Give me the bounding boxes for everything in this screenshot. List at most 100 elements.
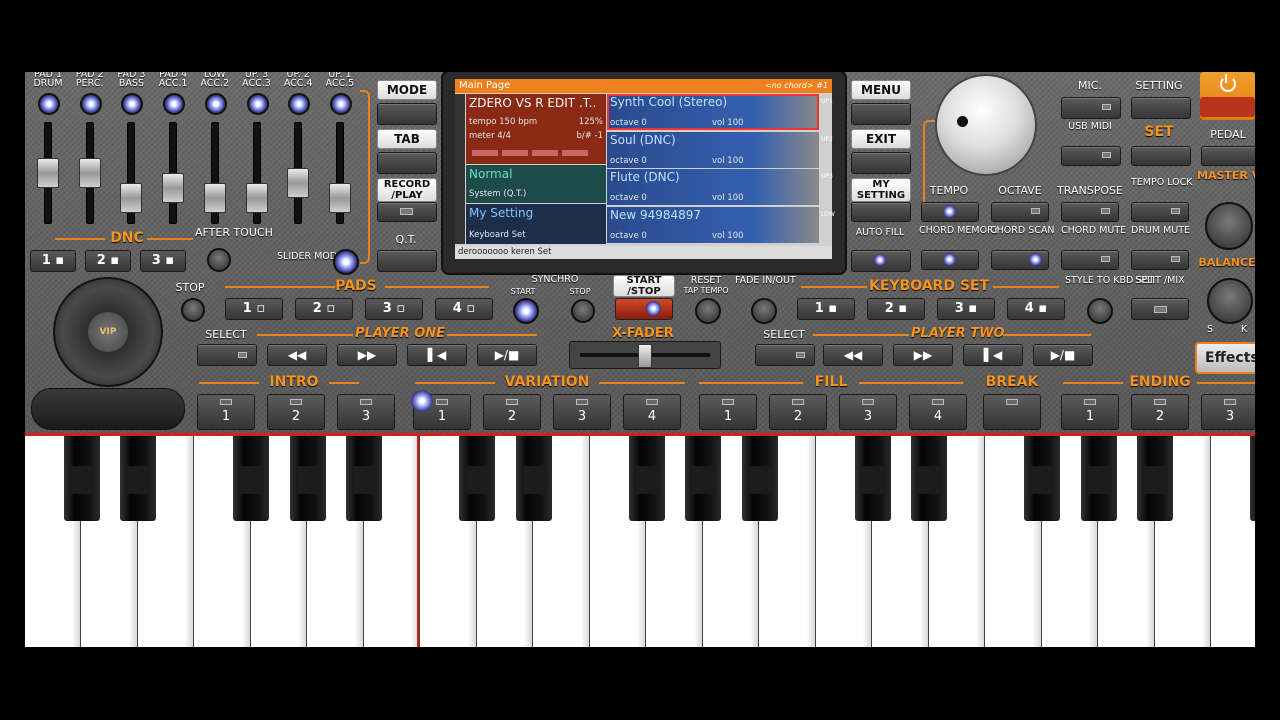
transpose-button[interactable] <box>1061 202 1119 222</box>
usb-midi-button[interactable] <box>1061 146 1121 166</box>
black-key[interactable] <box>741 436 778 521</box>
exit-button[interactable] <box>851 152 911 174</box>
black-key[interactable] <box>685 436 721 521</box>
x-fader-handle[interactable] <box>638 344 652 368</box>
pad-button-2[interactable]: 2 ▫ <box>295 298 353 320</box>
qt-button[interactable] <box>377 250 437 272</box>
mixer-fader[interactable] <box>120 183 143 213</box>
pads-stop-button[interactable] <box>181 298 205 322</box>
dnc-button-1[interactable]: 1 ▪ <box>30 250 76 272</box>
black-key[interactable] <box>1250 436 1255 521</box>
player-one-home-button[interactable]: ▌◀ <box>407 344 467 366</box>
mixer-channel-knob[interactable] <box>79 93 102 115</box>
player-two-home-button[interactable]: ▌◀ <box>963 344 1023 366</box>
mixer-channel-knob[interactable] <box>329 93 352 115</box>
upper-sound-cell[interactable]: Synth Cool (Stereo) octave 0 vol 100 <box>607 94 819 130</box>
auto-fill-button[interactable] <box>851 250 911 272</box>
keyboard-set-button-2[interactable]: 2 ▪ <box>867 298 925 320</box>
mixer-channel-knob[interactable] <box>246 93 269 115</box>
upper-sound-cell[interactable]: Flute (DNC) octave 0 vol 100 <box>607 169 819 205</box>
fill-button-4[interactable]: 4 <box>909 394 967 430</box>
ending-button-2[interactable]: 2 <box>1131 394 1189 430</box>
normal-cell[interactable]: Normal System (Q.T.) <box>466 165 606 203</box>
drum-mute-button[interactable] <box>1131 250 1189 270</box>
black-key[interactable] <box>854 436 891 521</box>
piano-keyboard[interactable] <box>25 436 1255 647</box>
tab-button[interactable] <box>377 152 437 174</box>
player-two-rewind-button[interactable]: ◀◀ <box>823 344 883 366</box>
mixer-fader[interactable] <box>203 183 226 213</box>
chord-mute-button[interactable] <box>1061 250 1119 270</box>
ending-button-1[interactable]: 1 <box>1061 394 1119 430</box>
power-button[interactable] <box>1200 72 1255 120</box>
intro-button-2[interactable]: 2 <box>267 394 325 430</box>
octave-button[interactable] <box>991 202 1049 222</box>
mode-button[interactable] <box>377 103 437 125</box>
pitch-bend-bar[interactable] <box>31 388 185 430</box>
upper-sound-cell[interactable]: Soul (DNC) octave 0 vol 100 <box>607 131 819 168</box>
set-button[interactable] <box>1131 146 1191 166</box>
player-one-forward-button[interactable]: ▶▶ <box>337 344 397 366</box>
mixer-fader[interactable] <box>162 173 185 203</box>
mic-button[interactable] <box>1061 97 1121 119</box>
tempo-lock-button[interactable] <box>1131 202 1189 222</box>
style-cell[interactable]: ZDERO VS R EDIT .T.. tempo 150 bpm 125% … <box>466 94 606 164</box>
variation-button-2[interactable]: 2 <box>483 394 541 430</box>
variation-button-4[interactable]: 4 <box>623 394 681 430</box>
pad-button-4[interactable]: 4 ▫ <box>435 298 493 320</box>
split-mix-button[interactable] <box>1131 298 1189 320</box>
player-two-select-button[interactable] <box>755 344 815 366</box>
upper-sound-cell[interactable]: New 94984897 octave 0 vol 100 <box>607 206 819 243</box>
player-two-forward-button[interactable]: ▶▶ <box>893 344 953 366</box>
keyboard-set-button-4[interactable]: 4 ▪ <box>1007 298 1065 320</box>
my-setting-cell[interactable]: My Setting Keyboard Set <box>466 204 606 244</box>
setting-button[interactable] <box>1131 97 1191 119</box>
menu-button[interactable] <box>851 103 911 125</box>
master-volume-knob[interactable] <box>1205 202 1253 250</box>
effects-button[interactable]: Effects <box>1195 342 1255 374</box>
pad-button-1[interactable]: 1 ▫ <box>225 298 283 320</box>
variation-button-3[interactable]: 3 <box>553 394 611 430</box>
mixer-channel-knob[interactable] <box>163 93 186 115</box>
player-one-play-stop-button[interactable]: ▶/■ <box>477 344 537 366</box>
x-fader[interactable] <box>569 341 721 369</box>
balance-knob[interactable] <box>1207 278 1253 324</box>
fill-button-3[interactable]: 3 <box>839 394 897 430</box>
dnc-button-2[interactable]: 2 ▪ <box>85 250 131 272</box>
chord-memory-button[interactable] <box>921 250 979 270</box>
record-play-button[interactable] <box>377 202 437 222</box>
keyboard-set-button-3[interactable]: 3 ▪ <box>937 298 995 320</box>
fill-button-2[interactable]: 2 <box>769 394 827 430</box>
black-key[interactable] <box>289 436 326 521</box>
black-key[interactable] <box>628 436 665 521</box>
intro-button-1[interactable]: 1 <box>197 394 255 430</box>
dnc-button-3[interactable]: 3 ▪ <box>140 250 186 272</box>
black-key[interactable] <box>63 436 100 521</box>
black-key[interactable] <box>346 436 382 521</box>
pedal-button[interactable] <box>1201 146 1255 166</box>
mixer-channel-knob[interactable] <box>121 93 144 115</box>
player-one-select-button[interactable] <box>197 344 257 366</box>
style-to-kbd-set-button[interactable] <box>1087 298 1113 324</box>
black-key[interactable] <box>459 436 495 521</box>
player-two-play-stop-button[interactable]: ▶/■ <box>1033 344 1093 366</box>
mixer-fader[interactable] <box>287 168 310 198</box>
mixer-channel-knob[interactable] <box>204 93 227 115</box>
start-stop-button[interactable] <box>615 298 673 320</box>
mixer-fader[interactable] <box>37 158 59 188</box>
player-one-rewind-button[interactable]: ◀◀ <box>267 344 327 366</box>
reset-tap-tempo-button[interactable] <box>695 298 721 324</box>
vip-jog-wheel[interactable]: VIP <box>53 277 163 387</box>
black-key[interactable] <box>515 436 552 521</box>
fill-button-1[interactable]: 1 <box>699 394 757 430</box>
black-key[interactable] <box>1080 436 1117 521</box>
after-touch-knob[interactable] <box>207 248 231 272</box>
intro-button-3[interactable]: 3 <box>337 394 395 430</box>
mixer-fader[interactable] <box>328 183 351 213</box>
chord-scan-button[interactable] <box>991 250 1049 270</box>
pad-button-3[interactable]: 3 ▫ <box>365 298 423 320</box>
black-key[interactable] <box>1137 436 1173 521</box>
data-dial[interactable] <box>935 74 1037 176</box>
keyboard-set-button-1[interactable]: 1 ▪ <box>797 298 855 320</box>
white-key[interactable] <box>1211 436 1255 647</box>
